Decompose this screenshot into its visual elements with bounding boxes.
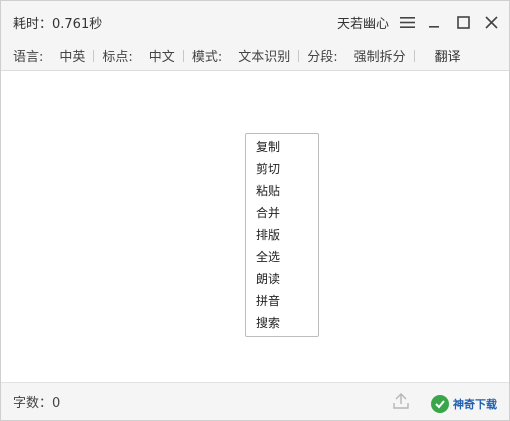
- context-menu-item-search[interactable]: 搜索: [246, 312, 318, 334]
- context-menu-item-select-all[interactable]: 全选: [246, 246, 318, 268]
- context-menu-item-copy[interactable]: 复制: [246, 136, 318, 158]
- context-menu-item-cut[interactable]: 剪切: [246, 158, 318, 180]
- mode-label: 模式:: [191, 50, 223, 65]
- char-count-label: 字数：0: [13, 396, 61, 411]
- maximize-icon[interactable]: [455, 14, 471, 30]
- title-bar: 耗时：0.761秒 天若幽心: [1, 1, 509, 41]
- toolbar-divider: [93, 49, 95, 62]
- user-name-label: 天若幽心: [336, 17, 389, 32]
- minimize-icon[interactable]: [426, 14, 442, 30]
- hamburger-menu-icon[interactable]: [399, 14, 415, 30]
- language-selector[interactable]: 中英: [59, 46, 85, 65]
- toolbar-divider: [182, 49, 184, 62]
- punctuation-label: 标点:: [102, 50, 133, 65]
- punctuation-selector[interactable]: 中文: [149, 46, 175, 65]
- logo-icon: [431, 395, 449, 413]
- context-menu-item-typeset[interactable]: 排版: [246, 224, 318, 246]
- context-menu-item-merge[interactable]: 合并: [246, 202, 318, 224]
- upload-icon[interactable]: [392, 392, 410, 410]
- translate-button[interactable]: 翻译: [435, 46, 461, 65]
- mode-selector[interactable]: 文本识别: [238, 46, 290, 65]
- context-menu-item-paste[interactable]: 粘贴: [246, 180, 318, 202]
- watermark-logo: 神奇下载: [431, 393, 503, 415]
- context-menu: 复制 剪切 粘贴 合并 排版 全选 朗读 拼音 搜索: [245, 133, 319, 337]
- context-menu-item-read-aloud[interactable]: 朗读: [246, 268, 318, 290]
- app-window: 耗时：0.761秒 天若幽心 语言: 中英 标点: 中文 模式: 文本识别 分段…: [0, 0, 510, 421]
- language-label: 语言:: [13, 50, 44, 65]
- toolbar-divider: [298, 49, 300, 62]
- segment-selector[interactable]: 强制拆分: [354, 46, 406, 65]
- elapsed-time-label: 耗时：0.761秒: [13, 17, 103, 32]
- logo-text: 神奇下载: [453, 398, 497, 411]
- options-toolbar: 语言: 中英 标点: 中文 模式: 文本识别 分段: 强制拆分 翻译: [1, 41, 509, 71]
- context-menu-item-pinyin[interactable]: 拼音: [246, 290, 318, 312]
- status-bar: 字数：0 神奇下载: [1, 382, 509, 420]
- segment-label: 分段:: [307, 50, 338, 65]
- close-icon[interactable]: [483, 14, 499, 30]
- toolbar-divider: [413, 49, 415, 62]
